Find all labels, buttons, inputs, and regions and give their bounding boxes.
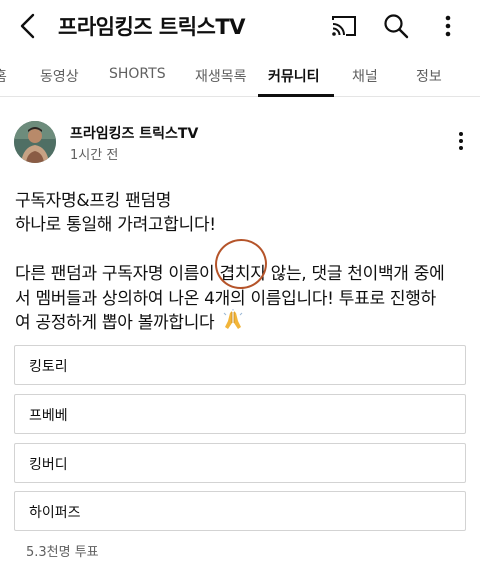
poll-option-label: 프베베	[29, 408, 68, 424]
youtube-channel-community-page: 프라임킹즈 트릭스TV 홈 동영상 SHORTS 재생목록 커뮤니티 채널 정보…	[0, 0, 480, 570]
avatar-image	[14, 121, 56, 163]
post-text-line: 서 멤버들과 상의하여 나온 4개의 이름입니다! 투표로 진행하	[15, 289, 436, 309]
more-options-button[interactable]	[430, 8, 466, 44]
post-text-line: 하나로 통일해 가려고합니다!	[15, 215, 216, 235]
poll-option-label: 하이퍼즈	[29, 505, 81, 521]
tab-playlists[interactable]: 재생목록	[195, 66, 247, 86]
poll-option[interactable]: 프베베	[14, 394, 466, 434]
post-text-line: 구독자명&프킹 팬덤명	[15, 191, 172, 211]
post-author[interactable]: 프라임킹즈 트릭스TV	[70, 123, 198, 143]
tab-shorts[interactable]: SHORTS	[109, 66, 166, 82]
tab-home[interactable]: 홈	[0, 66, 7, 86]
back-button[interactable]	[10, 8, 46, 44]
post-menu-button[interactable]	[448, 126, 474, 156]
avatar[interactable]	[14, 121, 56, 163]
more-vert-icon	[459, 132, 463, 150]
tab-community[interactable]: 커뮤니티	[268, 66, 320, 86]
channel-title: 프라임킹즈 트릭스TV	[58, 15, 245, 39]
back-arrow-icon	[20, 13, 35, 39]
tab-videos[interactable]: 동영상	[40, 66, 79, 86]
more-vert-icon	[445, 15, 451, 37]
poll-option[interactable]: 하이퍼즈	[14, 491, 466, 531]
search-icon	[384, 14, 409, 39]
post-text: 여 공정하게 뽑아 볼까합니다	[15, 313, 215, 333]
poll-vote-count: 5.3천명 투표	[26, 545, 99, 560]
search-button[interactable]	[378, 8, 414, 44]
post-text-line-last: 여 공정하게 뽑아 볼까합니다	[15, 308, 244, 336]
post-time: 1시간 전	[70, 148, 119, 163]
poll-option[interactable]: 킹버디	[14, 443, 466, 483]
cast-icon	[332, 16, 356, 36]
active-tab-indicator	[258, 94, 334, 97]
poll-option[interactable]: 킹토리	[14, 345, 466, 385]
tab-about[interactable]: 정보	[416, 66, 442, 86]
top-app-bar: 프라임킹즈 트릭스TV	[0, 0, 480, 52]
cast-button[interactable]	[326, 8, 362, 44]
poll-option-label: 킹토리	[29, 359, 68, 375]
poll-option-label: 킹버디	[29, 457, 68, 473]
folded-hands-icon	[222, 309, 244, 336]
channel-tabs: 홈 동영상 SHORTS 재생목록 커뮤니티 채널 정보	[0, 52, 480, 97]
tab-channels[interactable]: 채널	[352, 66, 378, 86]
